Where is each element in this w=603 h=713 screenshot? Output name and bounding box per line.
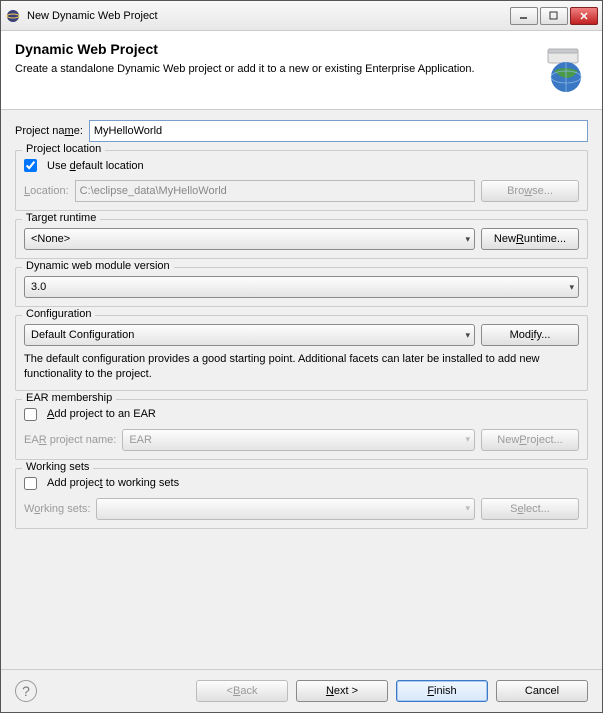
location-input [75, 180, 475, 202]
use-default-location-checkbox[interactable] [24, 159, 37, 172]
configuration-title: Configuration [22, 308, 95, 320]
new-runtime-button[interactable]: New Runtime... [481, 228, 579, 250]
use-default-location-label: Use default location [47, 160, 144, 172]
use-default-location-row: Use default location [24, 159, 579, 172]
working-sets-group: Working sets Add project to working sets… [15, 468, 588, 529]
next-button[interactable]: Next > [296, 680, 388, 702]
add-to-ear-checkbox[interactable] [24, 408, 37, 421]
browse-button: Browse... [481, 180, 579, 202]
working-sets-label: Working sets: [24, 503, 90, 515]
working-sets-select: ▾ [96, 498, 475, 520]
ear-project-name-select: EAR ▾ [122, 429, 475, 451]
module-version-title: Dynamic web module version [22, 260, 174, 272]
module-version-value: 3.0 [31, 281, 46, 293]
configuration-hint: The default configuration provides a goo… [24, 352, 579, 382]
project-name-input[interactable] [89, 120, 588, 142]
target-runtime-group: Target runtime <None> ▾ New Runtime... [15, 219, 588, 259]
banner: Dynamic Web Project Create a standalone … [1, 31, 602, 110]
chevron-down-icon: ▾ [465, 330, 470, 341]
maximize-button[interactable] [540, 7, 568, 25]
add-to-working-sets-label: Add project to working sets [47, 477, 179, 489]
new-ear-project-button: New Project... [481, 429, 579, 451]
project-location-title: Project location [22, 143, 105, 155]
button-bar: ? < Back Next > Finish Cancel [1, 669, 602, 712]
chevron-down-icon: ▾ [465, 234, 470, 245]
add-to-ear-label: Add project to an EAR [47, 408, 156, 420]
project-location-group: Project location Use default location Lo… [15, 150, 588, 211]
configuration-value: Default Configuration [31, 329, 134, 341]
banner-title: Dynamic Web Project [15, 41, 526, 57]
ear-membership-group: EAR membership Add project to an EAR EAR… [15, 399, 588, 460]
project-name-row: Project name: [15, 120, 588, 142]
module-version-select[interactable]: 3.0 ▾ [24, 276, 579, 298]
target-runtime-value: <None> [31, 233, 70, 245]
eclipse-icon [5, 8, 21, 24]
cancel-button[interactable]: Cancel [496, 680, 588, 702]
chevron-down-icon: ▾ [569, 282, 574, 293]
content-area: Project name: Project location Use defau… [1, 110, 602, 669]
target-runtime-select[interactable]: <None> ▾ [24, 228, 475, 250]
location-label: Location: [24, 185, 69, 197]
working-sets-title: Working sets [22, 461, 93, 473]
titlebar[interactable]: New Dynamic Web Project [1, 1, 602, 31]
target-runtime-title: Target runtime [22, 212, 100, 224]
chevron-down-icon: ▾ [465, 503, 470, 514]
banner-globe-icon [532, 41, 588, 97]
ear-project-name-value: EAR [129, 434, 152, 446]
help-icon[interactable]: ? [15, 680, 37, 702]
project-name-label: Project name: [15, 125, 83, 137]
dialog-window: New Dynamic Web Project Dynamic Web Proj… [0, 0, 603, 713]
modify-button[interactable]: Modify... [481, 324, 579, 346]
ear-project-name-label: EAR project name: [24, 434, 116, 446]
banner-description: Create a standalone Dynamic Web project … [15, 63, 526, 75]
configuration-select[interactable]: Default Configuration ▾ [24, 324, 475, 346]
module-version-group: Dynamic web module version 3.0 ▾ [15, 267, 588, 307]
finish-button[interactable]: Finish [396, 680, 488, 702]
minimize-button[interactable] [510, 7, 538, 25]
ear-membership-title: EAR membership [22, 392, 116, 404]
configuration-group: Configuration Default Configuration ▾ Mo… [15, 315, 588, 391]
chevron-down-icon: ▾ [465, 434, 470, 445]
close-button[interactable] [570, 7, 598, 25]
back-button: < Back [196, 680, 288, 702]
window-title: New Dynamic Web Project [27, 10, 510, 22]
select-working-sets-button: Select... [481, 498, 579, 520]
add-to-working-sets-checkbox[interactable] [24, 477, 37, 490]
